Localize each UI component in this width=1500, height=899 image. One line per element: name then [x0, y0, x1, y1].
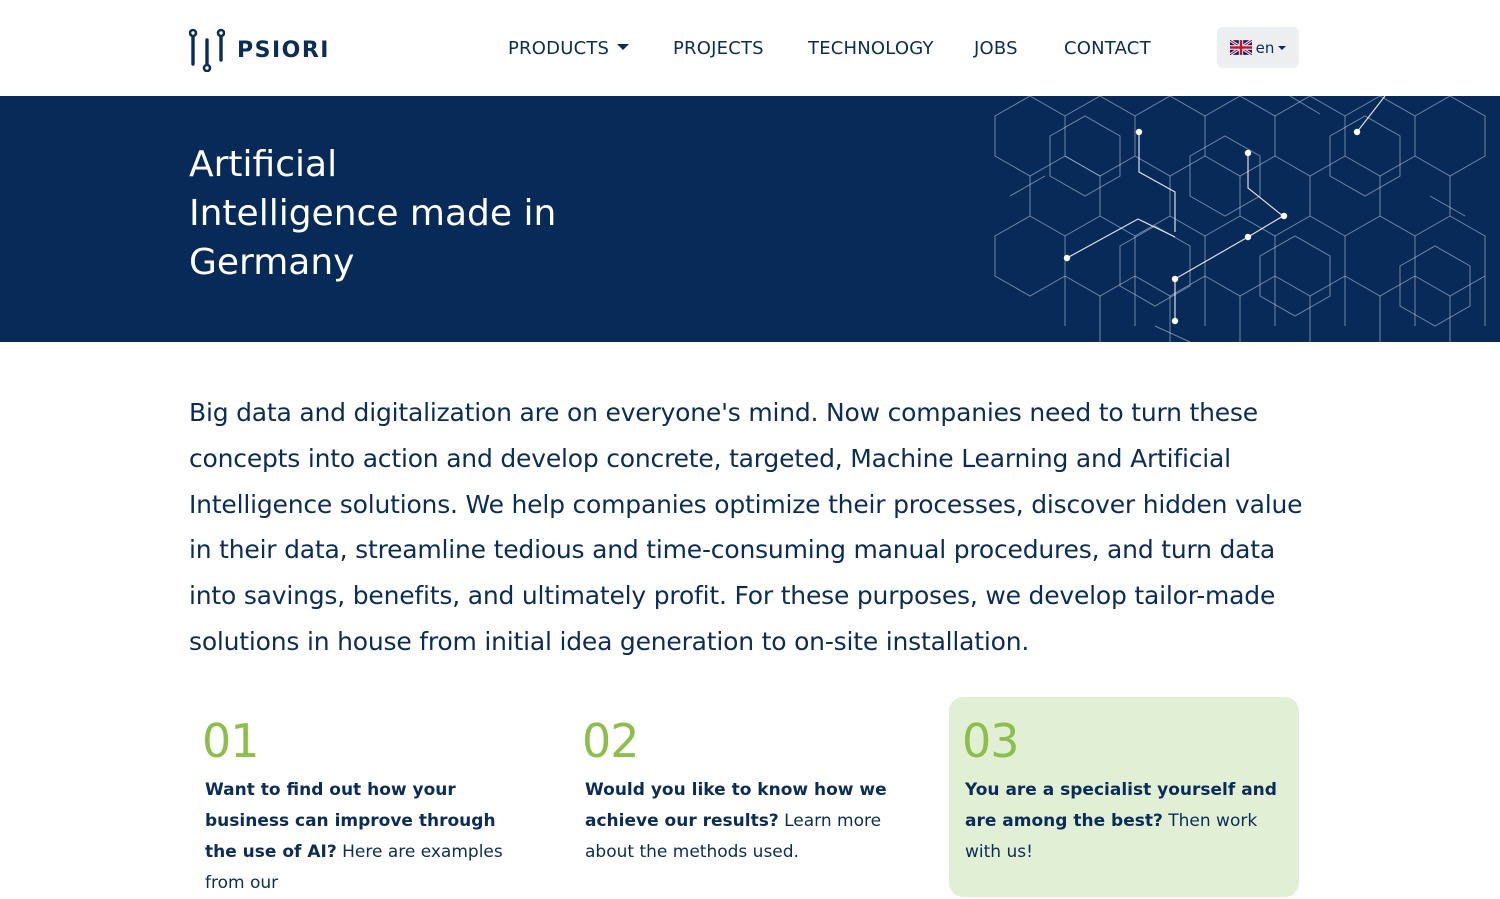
- nav-item-jobs[interactable]: JOBS: [974, 36, 1018, 62]
- nav-item-contact[interactable]: CONTACT: [1064, 36, 1151, 62]
- caret-down-icon: [1278, 45, 1287, 50]
- hero-title-line: Artificial: [189, 144, 338, 185]
- nav-item-products[interactable]: PRODUCTS: [508, 36, 630, 62]
- language-label: en: [1255, 38, 1275, 57]
- nav-item-projects[interactable]: PROJECTS: [673, 36, 764, 62]
- card-number: 02: [582, 714, 640, 768]
- caret-down-icon: [617, 44, 630, 50]
- hero-banner: Artificial Intelligence made in Germany: [0, 96, 1500, 342]
- feature-card-01[interactable]: 01 Want to find out how your business ca…: [189, 697, 539, 897]
- uk-flag-icon: [1229, 40, 1252, 55]
- intro-paragraph: Big data and digitalization are on every…: [189, 398, 1303, 656]
- card-text: Would you like to know how we achieve ou…: [585, 775, 905, 868]
- nav-item-technology[interactable]: TECHNOLOGY: [808, 36, 934, 62]
- nav-item-products-label: PRODUCTS: [508, 38, 610, 59]
- hexagon-network-graphic: [994, 96, 1486, 342]
- hero-title: Artificial Intelligence made in Germany: [189, 140, 609, 287]
- hero-title-line: Intelligence made in: [189, 193, 557, 234]
- language-selector-button[interactable]: en: [1217, 27, 1299, 68]
- card-number: 03: [962, 714, 1020, 768]
- hero-title-line: Germany: [189, 242, 355, 283]
- card-text: You are a specialist yourself and are am…: [965, 775, 1285, 868]
- feature-card-02[interactable]: 02 Would you like to know how we achieve…: [569, 697, 919, 897]
- feature-card-03[interactable]: 03 You are a specialist yourself and are…: [949, 697, 1299, 897]
- top-navbar: PSIORI PRODUCTS PROJECTS TECHNOLOGY JOBS…: [0, 0, 1500, 96]
- card-text: Want to find out how your business can i…: [205, 775, 525, 899]
- card-number: 01: [202, 714, 260, 768]
